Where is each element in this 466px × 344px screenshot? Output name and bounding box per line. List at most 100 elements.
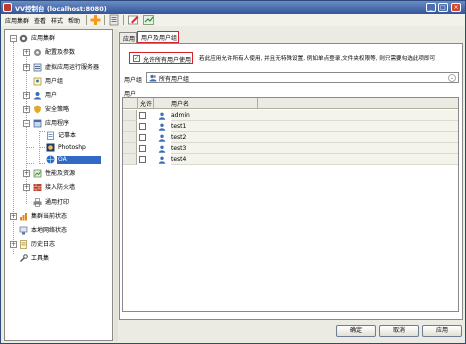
toolbar-separator [104,15,105,25]
user-icon [158,145,166,153]
table-row[interactable]: test2 [123,132,458,143]
status-icon [19,212,28,221]
navigation-tree: − 应用集群 + 配置及参数 + 虚拟应用运行服务器 用户组 + 用户 + 安全… [4,29,113,341]
tree-node-network-status[interactable]: 本地网络状态 [5,226,105,235]
expand-toggle[interactable]: + [23,184,30,191]
allow-checkbox[interactable] [139,145,146,152]
tree-node-config[interactable]: + 配置及参数 [5,48,105,57]
tree-node-tools[interactable]: 工具集 [5,254,105,263]
apps-icon [33,119,42,128]
toolbar-separator [123,15,124,25]
allow-checkbox[interactable] [139,123,146,130]
tree-node-performance[interactable]: + 性能及资源 [5,169,105,178]
table-row[interactable]: admin [123,110,458,121]
table-row[interactable]: test1 [123,121,458,132]
expand-toggle[interactable]: + [23,64,30,71]
add-icon[interactable] [89,14,102,26]
apply-button[interactable]: 应用 [422,325,462,337]
user-icon [158,123,166,131]
tree-node-users[interactable]: + 用户 [5,91,105,100]
row-handle[interactable] [123,143,137,154]
user-group-label: 用户组 [124,77,143,84]
collapse-toggle[interactable]: − [23,120,30,127]
collapse-toggle[interactable]: − [10,35,17,42]
tree-node-security[interactable]: + 安全策略 [5,105,105,114]
user-icon [158,134,166,142]
column-header-allow[interactable]: 允许 [140,99,152,108]
tree-node-label: 安全策略 [45,106,70,113]
tree-node-firewall[interactable]: + 接入防火墙 [5,183,105,192]
menu-view[interactable]: 查看 [34,16,46,25]
tree-node-label: 记事本 [58,132,77,139]
tab-users-and-groups[interactable]: 用户及用户组 [137,31,179,43]
expand-toggle[interactable]: + [23,106,30,113]
username: test4 [171,156,187,163]
firewall-icon [33,183,42,192]
network-icon [19,226,28,235]
table-row[interactable]: test4 [123,154,458,165]
allow-checkbox[interactable] [139,156,146,163]
oa-icon [46,155,55,164]
tree-node-printing[interactable]: 通用打印 [5,198,105,207]
tree-node-label: 本地网络状态 [31,227,68,234]
tools-icon [19,254,28,263]
expand-toggle[interactable]: + [10,241,17,248]
row-handle[interactable] [123,154,137,165]
cancel-button[interactable]: 取消 [379,325,419,337]
username: admin [171,112,190,119]
menu-style[interactable]: 样式 [51,16,63,25]
tree-node-cluster-status[interactable]: + 集群当前状态 [5,212,105,221]
expand-toggle[interactable]: + [10,213,17,220]
tree-node-applications[interactable]: − 应用程序 [5,119,105,128]
tab-application[interactable]: 应用 [119,32,137,43]
menu-help[interactable]: 帮助 [68,16,80,25]
row-handle[interactable] [123,132,137,143]
close-button[interactable]: × [451,3,461,12]
username-cell [171,143,458,154]
row-handle[interactable] [123,121,137,132]
performance-icon [33,169,42,178]
user-group-select[interactable]: 所有用户组 ⌄ [146,72,459,83]
menu-app-cluster[interactable]: 应用集群 [5,16,29,25]
allow-checkbox[interactable] [139,112,146,119]
column-header-username[interactable]: 用户名 [171,99,189,108]
properties-icon[interactable] [108,14,121,26]
username: test3 [171,145,187,152]
allow-all-label: 允许所有用户使用 [143,57,192,64]
pane-splitter[interactable] [114,29,118,341]
tree-node-label: OA [57,156,101,164]
photoshop-icon [46,143,55,152]
tree-node-label: 工具集 [31,255,50,262]
tree-node-app-cluster[interactable]: − 应用集群 [5,34,105,43]
tree-node-history-log[interactable]: + 历史日志 [5,240,105,249]
tree-node-notepad[interactable]: 记事本 [5,131,105,140]
shield-icon [33,105,42,114]
ok-button[interactable]: 确定 [336,325,376,337]
allow-all-checkbox[interactable]: ✓ [133,55,140,62]
table-row[interactable]: test3 [123,143,458,154]
username-cell [171,154,458,165]
tree-node-photoshop[interactable]: Photoshp [5,143,105,152]
expand-toggle[interactable]: + [23,92,30,99]
log-icon [19,240,28,249]
expand-toggle[interactable]: + [23,170,30,177]
user-icon [158,112,166,120]
tree-node-label: 集群当前状态 [31,213,68,220]
edit-icon[interactable] [127,14,140,26]
username-cell [171,132,458,143]
chevron-down-icon[interactable]: ⌄ [448,74,456,82]
toolbar-separator [86,15,87,25]
maximize-button[interactable]: □ [438,3,448,12]
tree-node-oa[interactable]: OA [5,155,112,164]
allow-checkbox[interactable] [139,134,146,141]
refresh-icon[interactable] [142,14,155,26]
minimize-button[interactable]: _ [426,3,436,12]
column-divider [137,98,138,109]
tree-node-label: Photoshp [58,144,86,151]
allow-all-users-option[interactable]: ✓ 允许所有用户使用 [129,52,193,64]
row-handle[interactable] [123,110,137,121]
tree-node-label: 通用打印 [45,199,70,206]
tree-node-user-groups[interactable]: 用户组 [5,77,105,86]
expand-toggle[interactable]: + [23,49,30,56]
tree-node-servers[interactable]: + 虚拟应用运行服务器 [5,63,112,72]
